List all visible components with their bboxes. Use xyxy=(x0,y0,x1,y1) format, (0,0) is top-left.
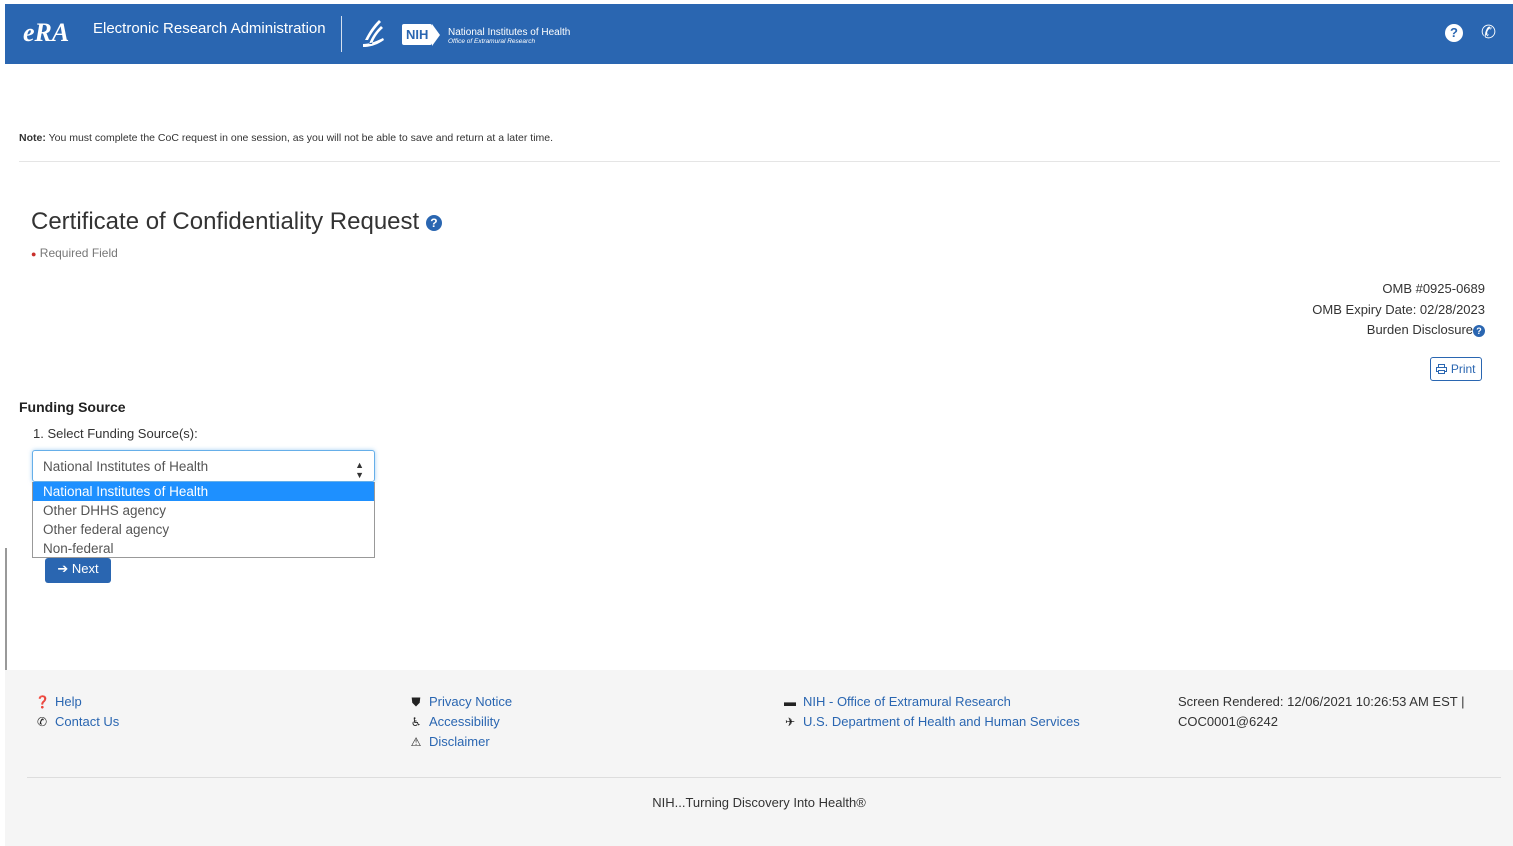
funding-source-options: National Institutes of Health Other DHHS… xyxy=(32,482,375,558)
funding-question-label: 1. Select Funding Source(s): xyxy=(33,426,198,441)
required-text: Required Field xyxy=(39,246,118,260)
screen-rendered-info: Screen Rendered: 12/06/2021 10:26:53 AM … xyxy=(1178,692,1464,732)
omb-number: OMB #0925-0689 xyxy=(1382,281,1485,296)
next-button[interactable]: ➔ Next xyxy=(45,558,111,583)
required-dot-icon: ● xyxy=(31,248,37,259)
privacy-notice-link[interactable]: Privacy Notice xyxy=(429,694,512,709)
burden-help-icon[interactable]: ? xyxy=(1473,324,1485,337)
option-other-dhhs[interactable]: Other DHHS agency xyxy=(33,501,374,520)
funding-source-heading: Funding Source xyxy=(19,399,126,415)
note-label: Note: xyxy=(19,132,46,144)
page-title: Certificate of Confidentiality Request ? xyxy=(31,208,442,236)
option-nih[interactable]: National Institutes of Health xyxy=(33,482,374,501)
omb-expiry: OMB Expiry Date: 02/28/2023 xyxy=(1312,301,1485,317)
session-note: Note: You must complete the CoC request … xyxy=(19,132,553,144)
hhs-link[interactable]: U.S. Department of Health and Human Serv… xyxy=(803,714,1080,729)
page-title-text: Certificate of Confidentiality Request xyxy=(31,208,420,235)
footer-help-link[interactable]: Help xyxy=(55,694,82,709)
question-circle-icon: ❓ xyxy=(35,695,50,709)
nih-tagline: NIH...Turning Discovery Into Health® xyxy=(652,795,866,810)
nih-arrow-icon xyxy=(432,24,441,46)
hhs-eagle-icon xyxy=(363,20,384,47)
screen-rendered-time: Screen Rendered: 12/06/2021 10:26:53 AM … xyxy=(1178,694,1465,709)
footer-policy-links: ⛊ Privacy Notice ♿ Accessibility ⚠ Disclaim… xyxy=(409,692,512,752)
accessibility-link[interactable]: Accessibility xyxy=(429,714,500,729)
divider xyxy=(19,161,1500,162)
option-non-federal[interactable]: Non-federal xyxy=(33,539,374,557)
burden-label: Burden Disclosure xyxy=(1366,322,1473,337)
nih-logo[interactable]: NIH National Institutes of Health Office… xyxy=(402,24,570,46)
shield-icon: ⛊ xyxy=(411,695,421,709)
app-title: Electronic Research Administration xyxy=(93,20,326,37)
nih-name: National Institutes of Health xyxy=(448,27,571,38)
nih-office: Office of Extramural Research xyxy=(448,38,536,45)
accessibility-icon: ♿ xyxy=(410,715,422,729)
select-caret-icon: ▲ ▼ xyxy=(355,460,364,480)
question-circle-icon[interactable]: ? xyxy=(1445,24,1463,42)
nih-oer-link[interactable]: NIH - Office of Extramural Research xyxy=(803,694,1011,709)
footer-help-links: ❓ Help ✆ Contact Us xyxy=(35,692,119,732)
phone-icon[interactable]: ✆ xyxy=(1481,22,1496,43)
disclaimer-link[interactable]: Disclaimer xyxy=(429,734,490,749)
arrow-right-icon: ➔ xyxy=(57,561,69,576)
note-text: You must complete the CoC request in one… xyxy=(45,132,554,144)
next-label: Next xyxy=(71,561,99,576)
phone-icon: ✆ xyxy=(36,715,48,729)
required-field-note: ● Required Field xyxy=(31,246,118,260)
burden-disclosure: Burden Disclosure? xyxy=(1312,320,1485,341)
hhs-eagle-icon: ✈ xyxy=(784,715,796,729)
print-button[interactable]: Print xyxy=(1430,357,1482,381)
funding-source-selected: National Institutes of Health xyxy=(43,459,209,474)
omb-info: OMB #0925-0689 OMB Expiry Date: 02/28/20… xyxy=(1312,279,1485,341)
footer-divider xyxy=(27,777,1501,778)
warning-icon: ⚠ xyxy=(410,735,422,749)
funding-source-select[interactable]: National Institutes of Health ▲ ▼ xyxy=(32,450,375,482)
era-logo[interactable]: eRA xyxy=(23,18,69,48)
option-other-federal[interactable]: Other federal agency xyxy=(33,520,374,539)
page-footer: ❓ Help ✆ Contact Us ⛊ Privacy Notice ♿ Acces… xyxy=(5,670,1513,846)
nih-badge: NIH xyxy=(402,24,433,45)
footer-contact-link[interactable]: Contact Us xyxy=(55,714,119,729)
footer-agency-links: ▬ NIH - Office of Extramural Research ✈ U.… xyxy=(783,692,1080,732)
printer-icon xyxy=(1436,364,1448,374)
nih-icon: ▬ xyxy=(784,695,796,709)
app-header: eRA Electronic Research Administration N… xyxy=(5,4,1513,64)
screen-id: COC0001@6242 xyxy=(1178,714,1278,729)
header-divider xyxy=(341,16,342,52)
print-label: Print xyxy=(1450,362,1476,376)
help-icon[interactable]: ? xyxy=(425,214,442,231)
